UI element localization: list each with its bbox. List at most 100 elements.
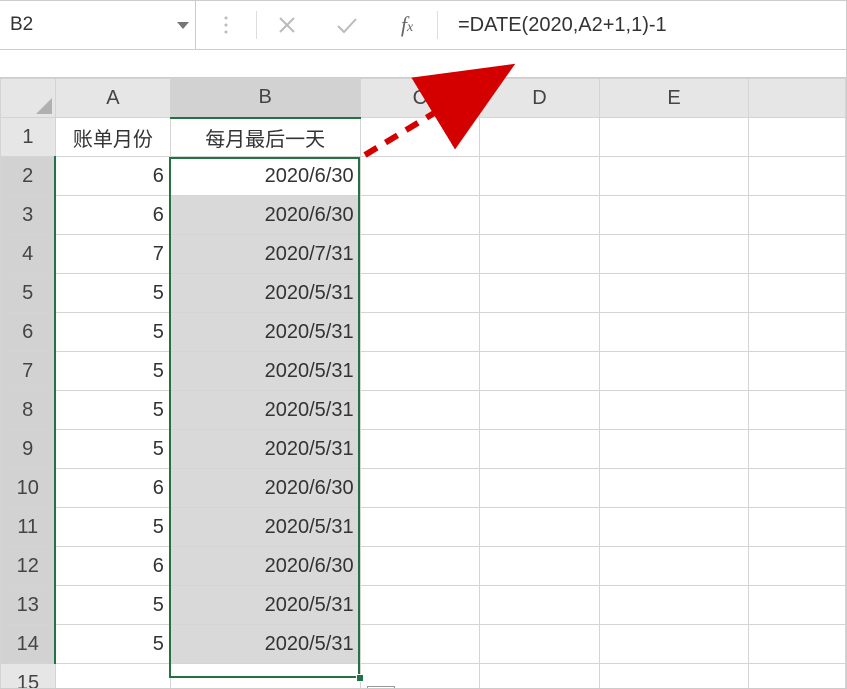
cell[interactable] [480,352,600,391]
cell-A14[interactable]: 5 [55,625,170,664]
cell-B3[interactable]: 2020/6/30 [170,196,360,235]
cell-B5[interactable]: 2020/5/31 [170,274,360,313]
row-header[interactable]: 9 [1,430,56,469]
col-header-E[interactable]: E [599,79,748,118]
cell[interactable] [360,430,480,469]
cell-B14[interactable]: 2020/5/31 [170,625,360,664]
cell[interactable] [599,157,748,196]
cell[interactable] [360,235,480,274]
row-header[interactable]: 3 [1,196,56,235]
cell[interactable] [480,430,600,469]
cell[interactable] [480,664,600,689]
row-header[interactable]: 5 [1,274,56,313]
cell[interactable] [170,664,360,689]
cell[interactable] [599,625,748,664]
enter-icon[interactable] [317,1,377,49]
cell[interactable] [749,118,846,157]
cell[interactable] [749,391,846,430]
cell[interactable] [749,352,846,391]
cell[interactable] [599,508,748,547]
cell[interactable] [749,547,846,586]
cell[interactable] [480,274,600,313]
col-header-C[interactable]: C [360,79,480,118]
cell-B2[interactable]: 2020/6/30 [170,157,360,196]
cell[interactable] [480,196,600,235]
cell[interactable] [480,313,600,352]
cell-A2[interactable]: 6 [55,157,170,196]
cell[interactable] [599,352,748,391]
cell[interactable] [480,391,600,430]
cell[interactable] [749,625,846,664]
row-header[interactable]: 8 [1,391,56,430]
insert-function-icon[interactable]: fx [377,1,437,49]
cell[interactable] [749,508,846,547]
cell[interactable] [360,274,480,313]
cell[interactable] [599,469,748,508]
cell[interactable] [599,664,748,689]
cell-A9[interactable]: 5 [55,430,170,469]
row-header[interactable]: 12 [1,547,56,586]
cell[interactable] [480,625,600,664]
spreadsheet-grid[interactable]: A B C D E 1 账单月份 每月最后一天 2 6 2020/ [0,78,846,689]
col-header-B[interactable]: B [170,79,360,118]
cell[interactable] [599,547,748,586]
row-header[interactable]: 1 [1,118,56,157]
cell[interactable] [749,430,846,469]
cell[interactable] [360,508,480,547]
cell-B8[interactable]: 2020/5/31 [170,391,360,430]
cell[interactable] [360,118,480,157]
cell[interactable] [599,586,748,625]
cell[interactable] [360,391,480,430]
cell[interactable] [480,547,600,586]
row-header[interactable]: 6 [1,313,56,352]
row-header[interactable]: 13 [1,586,56,625]
cell-A1[interactable]: 账单月份 [55,118,170,157]
cell[interactable] [599,118,748,157]
cell[interactable] [480,508,600,547]
cell-A13[interactable]: 5 [55,586,170,625]
cell-B1[interactable]: 每月最后一天 [170,118,360,157]
row-header[interactable]: 15 [1,664,56,689]
cell[interactable] [599,196,748,235]
cell[interactable] [749,157,846,196]
cell[interactable] [360,625,480,664]
cell[interactable] [480,235,600,274]
cell[interactable] [360,547,480,586]
cell[interactable] [749,274,846,313]
cell-A5[interactable]: 5 [55,274,170,313]
row-header[interactable]: 7 [1,352,56,391]
cell-B4[interactable]: 2020/7/31 [170,235,360,274]
cell-B11[interactable]: 2020/5/31 [170,508,360,547]
cell[interactable] [360,586,480,625]
col-header-A[interactable]: A [55,79,170,118]
cell-A6[interactable]: 5 [55,313,170,352]
cell-B12[interactable]: 2020/6/30 [170,547,360,586]
cell-A8[interactable]: 5 [55,391,170,430]
cell[interactable] [599,313,748,352]
name-box-dropdown-icon[interactable] [171,1,195,49]
row-header[interactable]: 11 [1,508,56,547]
cell[interactable] [749,586,846,625]
expand-formula-icon[interactable] [196,1,256,49]
cell[interactable] [749,313,846,352]
row-header[interactable]: 4 [1,235,56,274]
cell[interactable] [360,469,480,508]
cell-B9[interactable]: 2020/5/31 [170,430,360,469]
cell[interactable] [599,430,748,469]
cell-A10[interactable]: 6 [55,469,170,508]
cell[interactable] [360,313,480,352]
cell-A12[interactable]: 6 [55,547,170,586]
cell[interactable] [480,586,600,625]
cell-B13[interactable]: 2020/5/31 [170,586,360,625]
cell-B7[interactable]: 2020/5/31 [170,352,360,391]
cell[interactable] [360,352,480,391]
cell[interactable] [55,664,170,689]
cell-A4[interactable]: 7 [55,235,170,274]
row-header[interactable]: 14 [1,625,56,664]
cell-B6[interactable]: 2020/5/31 [170,313,360,352]
row-header[interactable]: 10 [1,469,56,508]
cell[interactable] [749,469,846,508]
cell-A7[interactable]: 5 [55,352,170,391]
cell[interactable] [599,391,748,430]
cell-B10[interactable]: 2020/6/30 [170,469,360,508]
